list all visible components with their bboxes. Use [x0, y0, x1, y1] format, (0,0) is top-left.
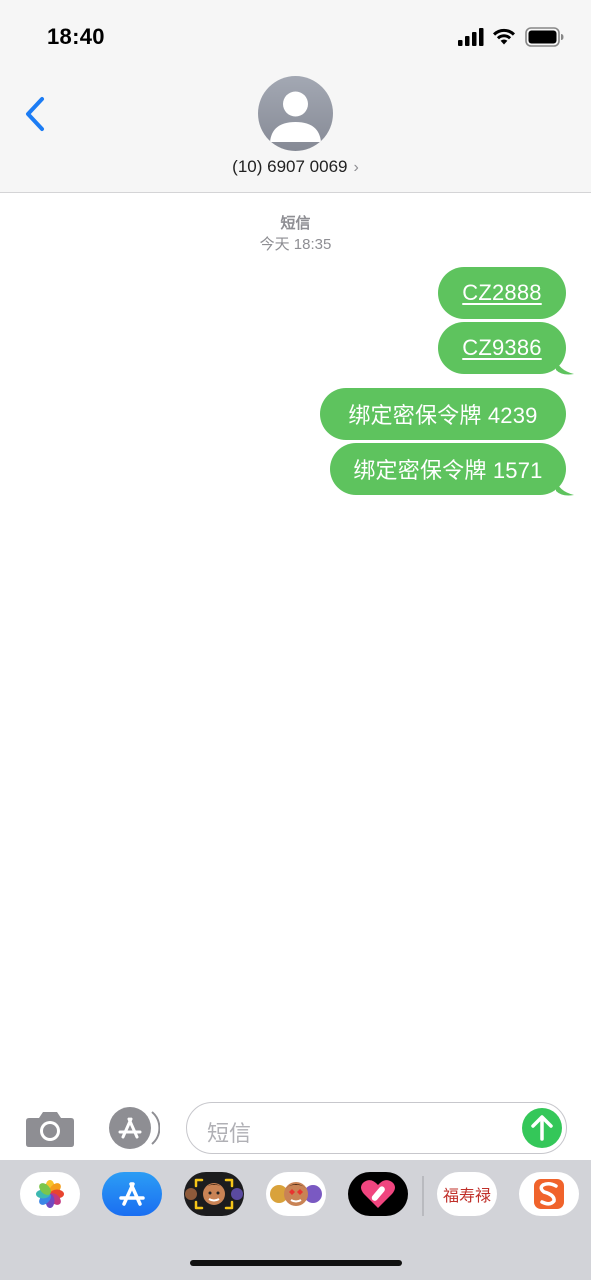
- contact-number: (10) 6907 0069: [232, 157, 348, 176]
- wifi-icon: [493, 28, 515, 45]
- status-bar: 18:40: [0, 0, 591, 60]
- battery-icon: [525, 27, 564, 47]
- back-chevron-icon[interactable]: [20, 94, 50, 134]
- photos-app-icon[interactable]: [20, 1172, 80, 1216]
- chevron-right-icon: ›: [353, 159, 359, 176]
- app-drawer-divider: [422, 1176, 424, 1216]
- send-button[interactable]: [522, 1108, 562, 1148]
- message-bubble[interactable]: 绑定密保令牌 1571: [330, 443, 566, 495]
- arrow-up-icon: [531, 1115, 553, 1141]
- app-drawer: 福寿禄: [0, 1160, 591, 1280]
- memoji-app-icon[interactable]: [184, 1172, 244, 1216]
- person-icon: [270, 91, 321, 142]
- message-service-label: 短信: [280, 215, 311, 232]
- camera-icon[interactable]: [25, 1108, 75, 1148]
- app-store-button[interactable]: [106, 1106, 160, 1150]
- home-indicator: [190, 1260, 402, 1266]
- message-bubble[interactable]: 绑定密保令牌 4239: [320, 388, 566, 440]
- contact-name[interactable]: (10) 6907 0069 ›: [0, 157, 591, 177]
- bubble-tail: [556, 358, 574, 375]
- message-bubble[interactable]: CZ9386: [438, 322, 566, 374]
- memoji-stickers-app-icon[interactable]: [266, 1172, 326, 1216]
- contact-avatar[interactable]: [258, 76, 333, 151]
- conversation-header: (10) 6907 0069 ›: [0, 60, 591, 193]
- digital-touch-app-icon[interactable]: [348, 1172, 408, 1216]
- message-input-placeholder: 短信: [207, 1121, 252, 1146]
- app-store-app-icon[interactable]: [102, 1172, 162, 1216]
- message-bubble[interactable]: CZ2888: [438, 267, 566, 319]
- sogou-app-icon[interactable]: [519, 1172, 579, 1216]
- calligraphy-text: 福寿禄: [443, 1187, 491, 1205]
- bubble-tail: [556, 479, 574, 496]
- message-input[interactable]: 短信: [186, 1102, 567, 1154]
- status-time: 18:40: [47, 24, 105, 49]
- calligraphy-app-icon[interactable]: 福寿禄: [437, 1172, 497, 1216]
- cellular-signal-icon: [458, 28, 484, 46]
- message-timestamp: 今天 18:35: [259, 236, 332, 253]
